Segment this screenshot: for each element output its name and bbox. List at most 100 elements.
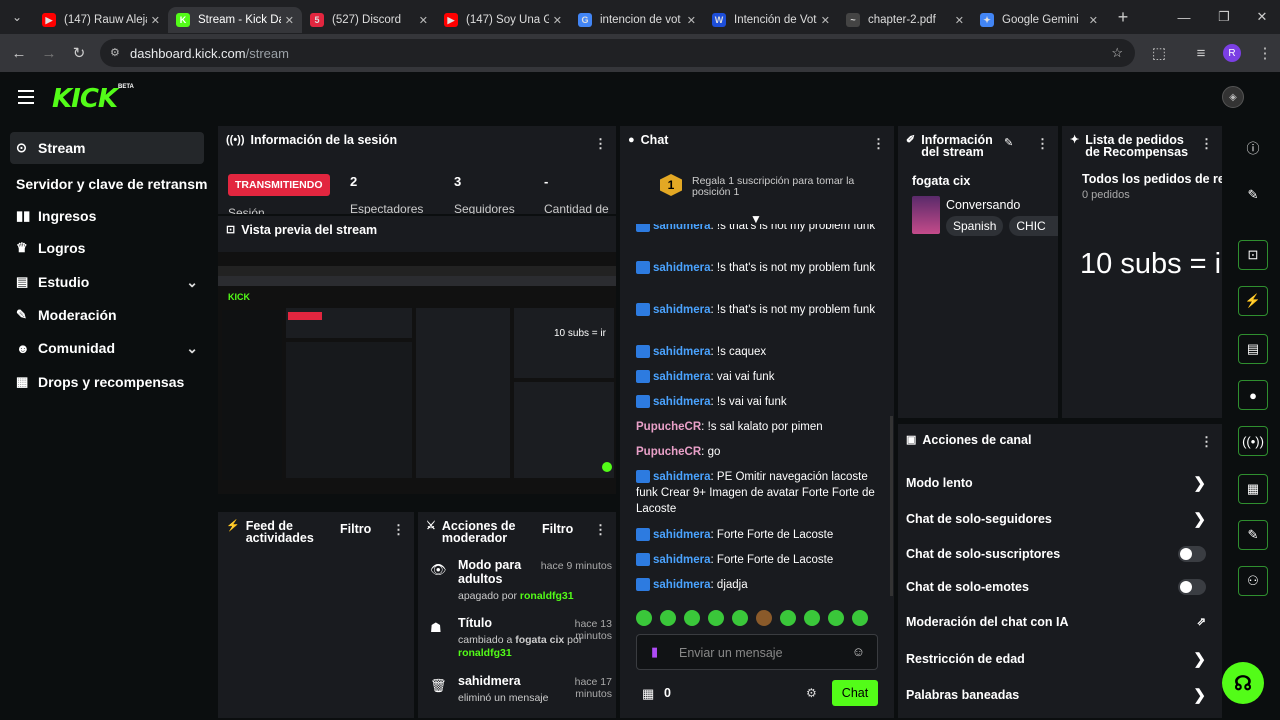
lightning-icon[interactable]: ⚡ <box>1238 286 1268 316</box>
chat-username[interactable]: sahidmera <box>653 371 711 383</box>
forward-button[interactable]: → <box>34 45 64 62</box>
profile-avatar[interactable]: R <box>1223 44 1241 62</box>
menu-hamburger-icon[interactable] <box>18 90 34 104</box>
toggle-switch[interactable] <box>1178 546 1206 562</box>
clipboard-icon[interactable]: ▤ <box>1238 334 1268 364</box>
chat-settings-icon[interactable]: ⚙ <box>806 686 817 700</box>
camera-icon[interactable]: ⊡ <box>1238 240 1268 270</box>
chat-message[interactable]: PupucheCR: !s sal kalato por pimen <box>636 419 876 435</box>
chat-message[interactable]: sahidmera: !s that's is not my problem f… <box>636 224 876 234</box>
store-icon[interactable]: ▦ <box>642 686 654 702</box>
tag-chip[interactable]: CHIC <box>1009 216 1058 236</box>
tab-close-icon[interactable]: ✕ <box>553 14 562 27</box>
sidebar-item-1[interactable]: ⊙ Stream <box>10 132 204 164</box>
user-avatar[interactable]: ◈ <box>1222 86 1244 108</box>
chat-message[interactable]: sahidmera: !s caquex <box>636 344 876 360</box>
send-chat-button[interactable]: Chat <box>832 680 878 706</box>
bookmark-star-icon[interactable]: ☆ <box>1111 45 1123 61</box>
tag-chip[interactable]: Spanish <box>946 216 1004 236</box>
mod-more-icon[interactable]: ⋮ <box>594 522 607 538</box>
emote-icon[interactable] <box>756 610 772 626</box>
new-tab-button[interactable]: + <box>1106 0 1140 34</box>
browser-menu-icon[interactable]: ⋮ <box>1250 44 1280 62</box>
emote-icon[interactable] <box>660 610 676 626</box>
tab-close-icon[interactable]: ✕ <box>821 14 830 27</box>
tab-close-icon[interactable]: ✕ <box>955 14 964 27</box>
chat-message[interactable]: PupucheCR: go <box>636 444 876 460</box>
chat-username[interactable]: sahidmera <box>653 471 711 483</box>
browser-tab[interactable]: ▶ (147) Rauw Aleja ✕ <box>34 7 168 33</box>
chat-icon[interactable]: ● <box>1238 380 1268 410</box>
info-icon[interactable]: ⓘ <box>1238 132 1268 162</box>
browser-tab[interactable]: K Stream - Kick Da ✕ <box>168 7 302 33</box>
channel-action-row[interactable]: Chat de solo-suscriptores <box>906 546 1216 562</box>
chat-username[interactable]: sahidmera <box>653 396 711 408</box>
toggle-switch[interactable] <box>1178 579 1206 595</box>
channel-action-row[interactable]: Chat de solo-emotes <box>906 579 1216 595</box>
emote-icon[interactable] <box>684 610 700 626</box>
emote-icon[interactable] <box>708 610 724 626</box>
kick-logo[interactable]: KICK <box>52 84 118 114</box>
sidebar-item-4[interactable]: ♛ Logros <box>10 232 204 264</box>
chat-username[interactable]: sahidmera <box>653 346 711 358</box>
chat-username[interactable]: sahidmera <box>653 529 711 541</box>
help-headset-icon[interactable]: ☊ <box>1222 662 1264 704</box>
tab-close-icon[interactable]: ✕ <box>1089 14 1098 27</box>
maximize-button[interactable]: ❐ <box>1204 0 1244 34</box>
browser-tab[interactable]: Gintencion de vot ✕ <box>570 7 704 33</box>
emote-icon[interactable] <box>732 610 748 626</box>
chevron-down-icon[interactable]: ⌄ <box>186 340 198 357</box>
channel-action-row[interactable]: Chat de solo-seguidores ❯ <box>906 510 1216 528</box>
browser-tab[interactable]: ~ chapter-2.pdf ✕ <box>838 7 972 33</box>
browser-tab[interactable]: ✦ Google Gemini ✕ <box>972 7 1106 33</box>
emoji-icon[interactable]: ☺ <box>852 644 865 659</box>
channel-action-row[interactable]: Restricción de edad ❯ <box>906 651 1216 668</box>
rewards-more-icon[interactable]: ⋮ <box>1200 136 1213 152</box>
external-link-icon[interactable]: ⇗ <box>1197 615 1206 628</box>
emote-icon[interactable] <box>804 610 820 626</box>
chat-username[interactable]: PupucheCR <box>636 421 701 433</box>
site-info-icon[interactable]: ⚙ <box>110 46 120 59</box>
tab-close-icon[interactable]: ✕ <box>285 14 294 27</box>
broadcast-rail-icon[interactable]: ((•)) <box>1238 426 1268 456</box>
chat-username[interactable]: sahidmera <box>653 304 711 316</box>
tab-close-icon[interactable]: ✕ <box>151 14 160 27</box>
chevron-right-icon[interactable]: ❯ <box>1193 510 1206 528</box>
mod-filter-button[interactable]: Filtro <box>542 522 573 536</box>
channel-action-row[interactable]: Moderación del chat con IA ⇗ <box>906 615 1216 629</box>
browser-tab[interactable]: ▶ (147) Soy Una G ✕ <box>436 7 570 33</box>
channel-action-row[interactable]: Palabras baneadas ❯ <box>906 686 1216 704</box>
activity-more-icon[interactable]: ⋮ <box>392 522 405 538</box>
chat-username[interactable]: sahidmera <box>653 224 711 232</box>
emote-icon[interactable] <box>828 610 844 626</box>
chat-message[interactable]: sahidmera: Forte Forte de Lacoste <box>636 527 876 543</box>
sidebar-item-5[interactable]: ▤ Estudio ⌄ <box>10 266 204 298</box>
sidebar-item-2[interactable]: Servidor y clave de retransm <box>10 168 207 200</box>
reload-button[interactable]: ↻ <box>64 44 94 62</box>
url-field[interactable]: ⚙ dashboard.kick.com/stream ☆ <box>100 39 1135 67</box>
group-icon[interactable]: ⚇ <box>1238 566 1268 596</box>
chevron-down-icon[interactable]: ⌄ <box>186 274 198 291</box>
edit-pencil-icon[interactable]: ✎ <box>1004 136 1013 149</box>
emote-icon[interactable] <box>780 610 796 626</box>
chat-message[interactable]: sahidmera: djadja <box>636 577 876 593</box>
chat-username[interactable]: sahidmera <box>653 579 711 591</box>
chat-username[interactable]: sahidmera <box>653 262 711 274</box>
chat-message[interactable]: sahidmera: Forte Forte de Lacoste <box>636 552 876 568</box>
emote-icon[interactable] <box>852 610 868 626</box>
chat-username[interactable]: PupucheCR <box>636 446 701 458</box>
channel-actions-more-icon[interactable]: ⋮ <box>1200 434 1213 450</box>
sidebar-item-7[interactable]: ☻ Comunidad ⌄ <box>10 332 204 364</box>
chat-scrollbar[interactable] <box>890 416 893 596</box>
chevron-right-icon[interactable]: ❯ <box>1193 686 1206 704</box>
mic-icon[interactable]: ▮ <box>651 644 658 660</box>
sidebar-item-8[interactable]: ▦ Drops y recompensas <box>10 366 204 398</box>
browser-tab[interactable]: 5 (527) Discord ✕ <box>302 7 436 33</box>
extensions-icon[interactable]: ⬚ <box>1144 44 1174 62</box>
video-icon[interactable]: ▦ <box>1238 474 1268 504</box>
stream-preview-video[interactable]: KICK 10 subs = ir <box>218 252 616 494</box>
minimize-button[interactable]: — <box>1164 0 1204 34</box>
browser-tab[interactable]: W Intención de Vot ✕ <box>704 7 838 33</box>
media-control-icon[interactable]: ≡ <box>1186 45 1216 62</box>
chat-username[interactable]: sahidmera <box>653 554 711 566</box>
